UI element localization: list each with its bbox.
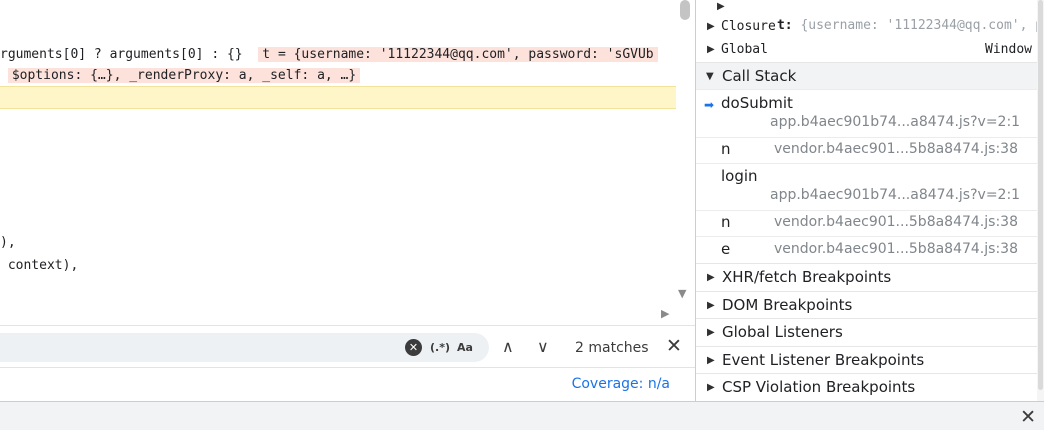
next-match-icon[interactable]: ∨ (537, 337, 549, 357)
section-title: Call Stack (722, 67, 797, 85)
source-scrollbar-thumb[interactable] (680, 0, 690, 20)
frame-name: n (721, 213, 731, 231)
match-case-toggle-button[interactable]: Aa (457, 339, 473, 356)
match-count: 2 matches (575, 340, 649, 356)
section-title: Global Listeners (722, 323, 843, 341)
scope-global[interactable]: ▶ Global Window (696, 39, 1044, 62)
code-text: rguments[0] ? arguments[0] : {} (0, 47, 243, 62)
debugger-sidebar: ▶ t: {username: '11122344@qq.com', passw… (696, 0, 1044, 401)
code-line: ), (0, 232, 16, 254)
frame-location[interactable]: app.b4aec901b74...a8474.js?v=2:1 (770, 187, 1020, 203)
inline-variable-value: t = {username: '11122344@qq.com', passwo… (258, 47, 658, 62)
call-frame-login[interactable]: login app.b4aec901b74...a8474.js?v=2:1 (696, 163, 1044, 210)
previous-match-icon[interactable]: ∧ (502, 337, 514, 357)
source-editor[interactable]: rguments[0] ? arguments[0] : {} t = {use… (0, 0, 695, 325)
expand-triangle-icon[interactable]: ▶ (707, 327, 715, 338)
regex-toggle-button[interactable]: (.*) (430, 339, 450, 356)
close-drawer-icon[interactable]: ✕ (1020, 406, 1036, 428)
section-title: XHR/fetch Breakpoints (722, 268, 892, 286)
scope-value: Window (985, 42, 1032, 57)
frame-name: n (721, 140, 731, 158)
paused-line-highlight (0, 86, 676, 109)
code-line: context), (0, 255, 78, 277)
scope-closure[interactable]: ▶ Closure (696, 17, 1044, 39)
code-text: context), (0, 258, 79, 273)
coverage-link[interactable]: Coverage: n/a (572, 376, 670, 392)
expand-triangle-icon[interactable]: ▶ (707, 355, 715, 366)
code-line: $options: {…}, _renderProxy: a, _self: a… (0, 65, 361, 87)
section-title: Event Listener Breakpoints (722, 351, 925, 369)
section-title: CSP Violation Breakpoints (722, 378, 916, 396)
expand-triangle-icon[interactable]: ▶ (707, 382, 715, 393)
frame-name: login (721, 167, 758, 185)
scope-label: Global (721, 42, 768, 57)
frame-location[interactable]: vendor.b4aec901...5b8a8474.js:38 (774, 214, 1018, 230)
global-listeners-header[interactable]: ▶ Global Listeners (696, 318, 1044, 345)
current-frame-arrow-icon: ➡ (704, 98, 715, 112)
section-title: DOM Breakpoints (722, 296, 853, 314)
call-frame-e[interactable]: e vendor.b4aec901...5b8a8474.js:38 (696, 236, 1044, 263)
frame-name: doSubmit (721, 94, 793, 112)
sidebar-scrollbar-thumb[interactable] (1038, 0, 1043, 390)
csp-violation-breakpoints-header[interactable]: ▶ CSP Violation Breakpoints (696, 373, 1044, 400)
code-text: ), (0, 235, 16, 250)
dom-breakpoints-header[interactable]: ▶ DOM Breakpoints (696, 291, 1044, 318)
source-footer: Coverage: n/a (0, 367, 695, 401)
frame-location[interactable]: vendor.b4aec901...5b8a8474.js:38 (774, 141, 1018, 157)
frame-name: e (721, 240, 731, 258)
drawer-toolbar: ✕ (0, 401, 1044, 430)
expand-triangle-icon[interactable]: ▶ (707, 272, 715, 283)
search-bar: ✕ (.*) Aa ∧ ∨ 2 matches ✕ (0, 325, 695, 367)
code-line: rguments[0] ? arguments[0] : {} t = {use… (0, 44, 658, 66)
frame-location[interactable]: app.b4aec901b74...a8474.js?v=2:1 (770, 114, 1020, 130)
expand-triangle-icon[interactable]: ▶ (707, 300, 715, 311)
scroll-right-arrow-icon[interactable]: ▶ (661, 307, 669, 320)
inline-variable-value: $options: {…}, _renderProxy: a, _self: a… (7, 68, 361, 83)
collapse-triangle-icon[interactable]: ▼ (706, 71, 714, 82)
call-frame-dosubmit[interactable]: ➡ doSubmit app.b4aec901b74...a8474.js?v=… (696, 89, 1044, 137)
expand-triangle-icon[interactable]: ▶ (707, 44, 715, 55)
close-search-icon[interactable]: ✕ (666, 335, 682, 357)
call-frame-n[interactable]: n vendor.b4aec901...5b8a8474.js:38 (696, 210, 1044, 236)
scope-variable-t[interactable]: ▶ t: {username: '11122344@qq.com', passw (696, 0, 1044, 33)
scroll-down-arrow-icon[interactable]: ▼ (678, 287, 686, 300)
expand-triangle-icon[interactable]: ▶ (717, 1, 725, 12)
expand-triangle-icon[interactable]: ▶ (707, 21, 715, 32)
xhr-fetch-breakpoints-header[interactable]: ▶ XHR/fetch Breakpoints (696, 263, 1044, 290)
scope-label: Closure (721, 19, 776, 34)
frame-location[interactable]: vendor.b4aec901...5b8a8474.js:38 (774, 241, 1018, 257)
call-stack-header[interactable]: ▼ Call Stack (696, 62, 1044, 89)
event-listener-breakpoints-header[interactable]: ▶ Event Listener Breakpoints (696, 346, 1044, 373)
clear-search-icon[interactable]: ✕ (405, 339, 422, 356)
call-frame-n[interactable]: n vendor.b4aec901...5b8a8474.js:38 (696, 137, 1044, 163)
